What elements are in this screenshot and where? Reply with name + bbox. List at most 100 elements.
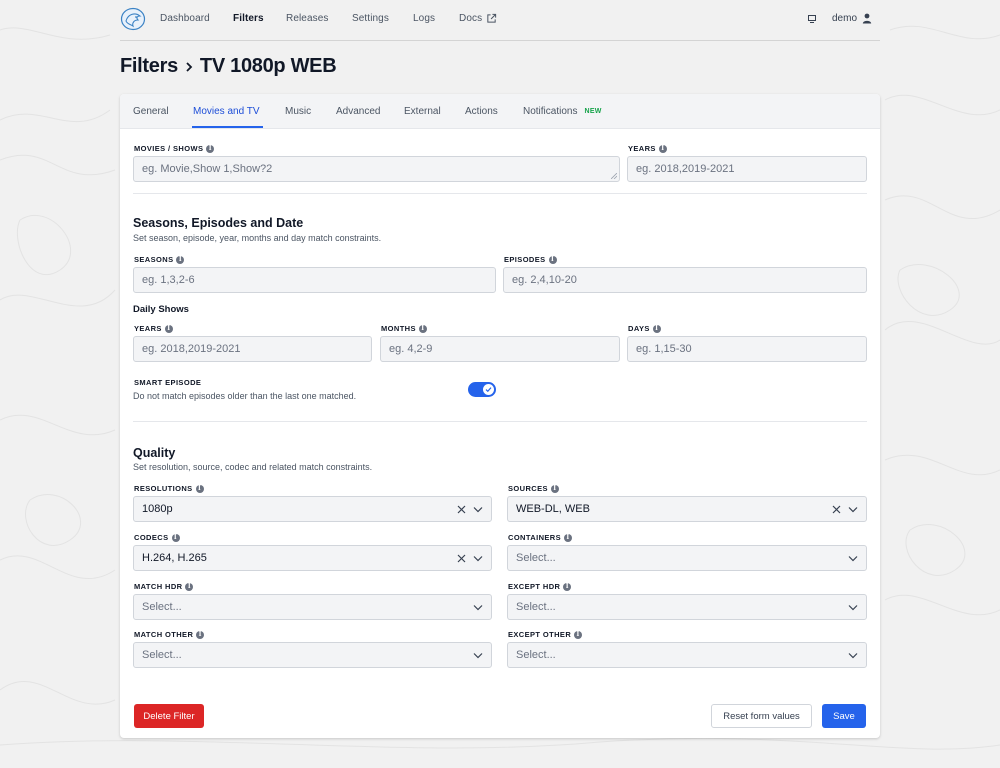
codecs-label-text: CODECS <box>134 533 169 542</box>
nav-docs-label: Docs <box>459 13 483 24</box>
days-input[interactable] <box>636 343 858 355</box>
months-label: MONTHS i <box>381 324 427 333</box>
external-link-icon <box>487 13 497 23</box>
chevron-down-icon[interactable] <box>473 555 483 562</box>
info-icon[interactable]: i <box>418 324 427 333</box>
except-hdr-label-text: EXCEPT HDR <box>508 582 561 591</box>
except-hdr-label: EXCEPT HDR i <box>508 582 572 591</box>
reset-form-button[interactable]: Reset form values <box>711 704 812 728</box>
clear-icon[interactable] <box>832 505 841 514</box>
except-other-select[interactable]: Select... <box>507 642 867 668</box>
chevron-right-icon <box>184 61 194 73</box>
seasons-label: SEASONS i <box>134 255 185 264</box>
movies-years-input[interactable] <box>636 163 858 175</box>
movies-shows-input[interactable] <box>142 163 611 175</box>
info-icon[interactable]: i <box>176 255 185 264</box>
info-icon[interactable]: i <box>548 255 557 264</box>
info-icon[interactable]: i <box>171 533 180 542</box>
tab-bar: General Movies and TV Music Advanced Ext… <box>120 94 880 129</box>
episodes-label-text: EPISODES <box>504 255 546 264</box>
except-hdr-value: Select... <box>516 601 556 613</box>
codecs-label: CODECS i <box>134 533 180 542</box>
save-button[interactable]: Save <box>822 704 866 728</box>
chevron-down-icon[interactable] <box>848 506 858 513</box>
months-label-text: MONTHS <box>381 324 416 333</box>
except-other-label-text: EXCEPT OTHER <box>508 630 572 639</box>
months-input[interactable] <box>389 343 611 355</box>
nav-releases[interactable]: Releases <box>286 13 329 24</box>
movies-years-field[interactable] <box>627 156 867 182</box>
chevron-down-icon[interactable] <box>473 652 483 659</box>
episodes-label: EPISODES i <box>504 255 557 264</box>
clear-icon[interactable] <box>457 554 466 563</box>
nav-logs[interactable]: Logs <box>413 13 435 24</box>
chevron-down-icon[interactable] <box>473 506 483 513</box>
info-icon[interactable]: i <box>206 144 215 153</box>
seasons-input[interactable] <box>142 274 487 286</box>
match-hdr-select[interactable]: Select... <box>133 594 492 620</box>
app-logo-icon[interactable] <box>120 7 146 31</box>
tab-advanced[interactable]: Advanced <box>336 106 380 117</box>
user-icon[interactable] <box>862 13 872 24</box>
episodes-field[interactable] <box>503 267 867 293</box>
daily-years-label: YEARS i <box>134 324 173 333</box>
daily-years-field[interactable] <box>133 336 372 362</box>
new-badge: NEW <box>584 108 602 115</box>
info-icon[interactable]: i <box>563 582 572 591</box>
filter-form-card: General Movies and TV Music Advanced Ext… <box>120 94 880 738</box>
movies-shows-label-text: MOVIES / SHOWS <box>134 144 204 153</box>
nav-settings[interactable]: Settings <box>352 13 389 24</box>
info-icon[interactable]: i <box>574 630 583 639</box>
tab-external[interactable]: External <box>404 106 441 117</box>
monitor-icon[interactable] <box>807 14 817 24</box>
info-icon[interactable]: i <box>196 630 205 639</box>
info-icon[interactable]: i <box>564 533 573 542</box>
info-icon[interactable]: i <box>185 582 194 591</box>
nav-docs[interactable]: Docs <box>459 13 497 24</box>
breadcrumb: Filters TV 1080p WEB <box>120 55 337 78</box>
tab-movies-and-tv[interactable]: Movies and TV <box>193 106 260 117</box>
chevron-down-icon[interactable] <box>848 555 858 562</box>
info-icon[interactable]: i <box>658 144 667 153</box>
info-icon[interactable]: i <box>195 484 204 493</box>
chevron-down-icon[interactable] <box>848 604 858 611</box>
quality-section-subtitle: Set resolution, source, codec and relate… <box>133 462 373 472</box>
smart-episode-toggle[interactable] <box>468 382 496 397</box>
sources-select[interactable]: WEB-DL, WEB <box>507 496 867 522</box>
tab-music[interactable]: Music <box>285 106 311 117</box>
except-hdr-select[interactable]: Select... <box>507 594 867 620</box>
clear-icon[interactable] <box>457 505 466 514</box>
days-field[interactable] <box>627 336 867 362</box>
nav-dashboard[interactable]: Dashboard <box>160 13 210 24</box>
info-icon[interactable]: i <box>164 324 173 333</box>
chevron-down-icon[interactable] <box>848 652 858 659</box>
info-icon[interactable]: i <box>550 484 559 493</box>
section-divider <box>133 193 867 194</box>
episodes-input[interactable] <box>512 274 858 286</box>
resolutions-select[interactable]: 1080p <box>133 496 492 522</box>
check-icon <box>485 387 492 393</box>
days-label-text: DAYS <box>628 324 650 333</box>
except-other-label: EXCEPT OTHER i <box>508 630 583 639</box>
breadcrumb-parent[interactable]: Filters <box>120 55 178 78</box>
seasons-field[interactable] <box>133 267 496 293</box>
tab-general[interactable]: General <box>133 106 169 117</box>
months-field[interactable] <box>380 336 620 362</box>
info-icon[interactable]: i <box>652 324 661 333</box>
match-other-select[interactable]: Select... <box>133 642 492 668</box>
resolutions-label: RESOLUTIONS i <box>134 484 204 493</box>
resize-handle-icon[interactable] <box>611 173 617 179</box>
sources-label-text: SOURCES <box>508 484 548 493</box>
toggle-knob <box>483 384 494 395</box>
days-label: DAYS i <box>628 324 661 333</box>
daily-years-input[interactable] <box>142 343 363 355</box>
nav-filters[interactable]: Filters <box>233 13 264 24</box>
movies-shows-field[interactable] <box>133 156 620 182</box>
user-name[interactable]: demo <box>832 13 857 24</box>
tab-actions[interactable]: Actions <box>465 106 498 117</box>
chevron-down-icon[interactable] <box>473 604 483 611</box>
codecs-select[interactable]: H.264, H.265 <box>133 545 492 571</box>
containers-select[interactable]: Select... <box>507 545 867 571</box>
tab-notifications[interactable]: Notifications NEW <box>523 106 602 117</box>
delete-filter-button[interactable]: Delete Filter <box>134 704 204 728</box>
